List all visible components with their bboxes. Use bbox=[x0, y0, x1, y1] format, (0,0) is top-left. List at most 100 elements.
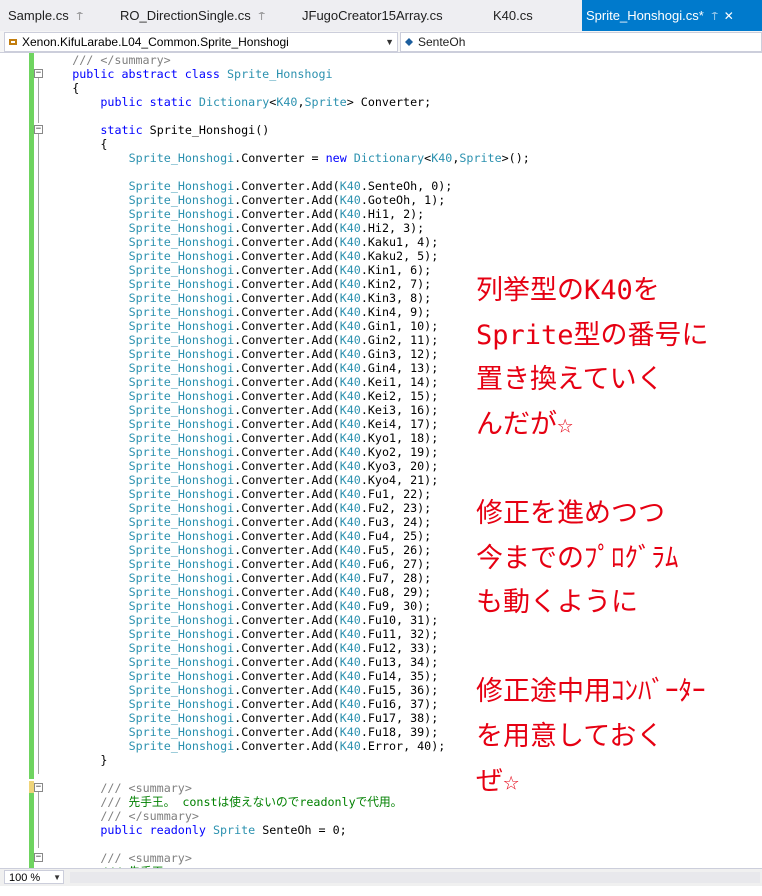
code-token: K40 bbox=[276, 95, 298, 109]
code-line: Sprite_Honshogi.Converter.Add(K40.Fu11, … bbox=[129, 627, 439, 641]
code-line: Sprite_Honshogi.Converter.Add(K40.Kin1, … bbox=[129, 263, 432, 277]
document-tab[interactable]: K40.cs bbox=[493, 0, 533, 31]
code-token: public static bbox=[100, 95, 199, 109]
code-token: Sprite_Honshogi bbox=[227, 67, 333, 81]
code-token: K40 bbox=[339, 557, 361, 571]
document-tab[interactable]: JFugoCreator15Array.cs bbox=[302, 0, 443, 31]
tab-label: K40.cs bbox=[493, 8, 533, 23]
code-token: Sprite_Honshogi bbox=[128, 683, 235, 697]
code-token: K40 bbox=[339, 487, 361, 501]
code-token: Sprite_Honshogi bbox=[128, 459, 235, 473]
code-token: .Kyo2, 19); bbox=[360, 445, 439, 459]
code-token: public abstract class bbox=[72, 67, 227, 81]
code-line: Sprite_Honshogi.Converter.Add(K40.Fu5, 2… bbox=[129, 543, 432, 557]
code-token: Sprite_Honshogi bbox=[128, 431, 235, 445]
code-token: > Converter; bbox=[346, 95, 432, 109]
code-editor[interactable]: − − − − /// </summary> public abstract class… bbox=[0, 53, 762, 868]
code-token: Sprite_Honshogi bbox=[128, 669, 235, 683]
code-token: K40 bbox=[339, 697, 361, 711]
code-token: /// </summary> bbox=[100, 809, 199, 823]
code-token: .Converter.Add( bbox=[234, 179, 340, 193]
code-line: Sprite_Honshogi.Converter.Add(K40.Hi1, 2… bbox=[129, 207, 425, 221]
code-token: K40 bbox=[339, 739, 361, 753]
code-token: .Kyo1, 18); bbox=[360, 431, 439, 445]
code-token: .Kaku2, 5); bbox=[360, 249, 439, 263]
code-token: .Converter.Add( bbox=[234, 375, 340, 389]
code-token: Sprite_Honshogi bbox=[128, 403, 235, 417]
code-token: { bbox=[100, 137, 108, 151]
pin-icon[interactable]: ⍑ bbox=[712, 12, 718, 23]
zoom-level: 100 % bbox=[9, 872, 41, 884]
code-token: .Converter.Add( bbox=[234, 557, 340, 571]
code-token: Sprite_Honshogi bbox=[128, 389, 235, 403]
code-line: Sprite_Honshogi.Converter.Add(K40.Fu15, … bbox=[129, 683, 439, 697]
code-token: } bbox=[100, 753, 108, 767]
code-token: K40 bbox=[339, 543, 361, 557]
code-line: Sprite_Honshogi.Converter.Add(K40.Kyo1, … bbox=[129, 431, 439, 445]
code-token: Sprite_Honshogi bbox=[128, 529, 235, 543]
code-token: Sprite_Honshogi bbox=[128, 305, 235, 319]
class-icon bbox=[9, 39, 17, 45]
chevron-down-icon: ▼ bbox=[385, 37, 394, 47]
code-line: Sprite_Honshogi.Converter.Add(K40.Fu1, 2… bbox=[129, 487, 432, 501]
code-line: Sprite_Honshogi.Converter.Add(K40.Kei2, … bbox=[129, 389, 439, 403]
code-line: Sprite_Honshogi.Converter.Add(K40.Gin1, … bbox=[129, 319, 439, 333]
collapse-icon[interactable]: − bbox=[34, 853, 43, 862]
code-token: Sprite_Honshogi bbox=[128, 179, 235, 193]
field-icon bbox=[405, 38, 413, 46]
code-token: K40 bbox=[339, 711, 361, 725]
code-token: Dictionary bbox=[353, 151, 425, 165]
code-token: Sprite_Honshogi bbox=[128, 445, 235, 459]
collapse-icon[interactable]: − bbox=[34, 125, 43, 134]
code-line: Sprite_Honshogi.Converter.Add(K40.Fu7, 2… bbox=[129, 571, 432, 585]
code-token: SenteOh = 0; bbox=[255, 823, 347, 837]
code-line: public readonly Sprite SenteOh = 0; bbox=[100, 823, 346, 837]
close-icon[interactable]: ✕ bbox=[724, 9, 734, 23]
code-token: .Converter.Add( bbox=[234, 697, 340, 711]
outline-guide bbox=[38, 134, 39, 774]
code-line: /// <summary> bbox=[100, 781, 191, 795]
member-dropdown[interactable]: SenteOh bbox=[400, 32, 762, 52]
code-token: K40 bbox=[339, 571, 361, 585]
code-line: Sprite_Honshogi.Converter = new Dictiona… bbox=[129, 151, 530, 165]
tab-active[interactable]: Sprite_Honshogi.cs* ⍑ ✕ bbox=[582, 0, 762, 31]
code-token: Sprite_Honshogi bbox=[128, 739, 235, 753]
code-token: .Converter.Add( bbox=[234, 711, 340, 725]
annotation-line bbox=[476, 447, 762, 492]
code-token: public readonly bbox=[100, 823, 213, 837]
outlining-margin: − − − − bbox=[34, 53, 46, 868]
code-token: K40 bbox=[339, 459, 361, 473]
code-token: .Kei1, 14); bbox=[360, 375, 439, 389]
code-line: { bbox=[100, 137, 107, 151]
code-token: .Converter.Add( bbox=[234, 291, 340, 305]
code-line: Sprite_Honshogi.Converter.Add(K40.Fu17, … bbox=[129, 711, 439, 725]
code-token: .Converter.Add( bbox=[234, 403, 340, 417]
code-token: K40 bbox=[431, 151, 453, 165]
pin-icon[interactable]: ⍑ bbox=[77, 12, 83, 23]
zoom-dropdown[interactable]: 100 % ▼ bbox=[4, 870, 64, 884]
pin-icon[interactable]: ⍑ bbox=[259, 12, 265, 23]
document-tab[interactable]: Sample.cs ⍑ bbox=[8, 0, 83, 31]
code-line: Sprite_Honshogi.Converter.Add(K40.Fu18, … bbox=[129, 725, 439, 739]
type-dropdown[interactable]: Xenon.KifuLarabe.L04_Common.Sprite_Honsh… bbox=[4, 32, 398, 52]
horizontal-scrollbar[interactable] bbox=[70, 872, 760, 883]
annotation-line: んだが☆ bbox=[476, 408, 574, 440]
code-token: K40 bbox=[339, 585, 361, 599]
code-token: K40 bbox=[339, 473, 361, 487]
document-tab[interactable]: RO_DirectionSingle.cs ⍑ bbox=[120, 0, 265, 31]
code-token: .Converter.Add( bbox=[234, 389, 340, 403]
code-token: .Converter.Add( bbox=[234, 669, 340, 683]
code-token: Sprite_Honshogi bbox=[128, 249, 235, 263]
code-line: Sprite_Honshogi.Converter.Add(K40.Fu4, 2… bbox=[129, 529, 432, 543]
code-token: .Kyo4, 21); bbox=[360, 473, 439, 487]
code-token: Sprite_Honshogi bbox=[128, 655, 235, 669]
code-token: K40 bbox=[339, 193, 361, 207]
code-token: .Converter.Add( bbox=[234, 333, 340, 347]
code-line: Sprite_Honshogi.Converter.Add(K40.Fu3, 2… bbox=[129, 515, 432, 529]
collapse-icon[interactable]: − bbox=[34, 783, 43, 792]
collapse-icon[interactable]: − bbox=[34, 69, 43, 78]
code-token: /// 先手王。 constは使えないのでreadonlyで代用。 bbox=[100, 795, 403, 809]
code-line: } bbox=[100, 753, 107, 767]
code-line: public abstract class Sprite_Honshogi bbox=[72, 67, 332, 81]
code-token: Sprite_Honshogi bbox=[128, 193, 235, 207]
